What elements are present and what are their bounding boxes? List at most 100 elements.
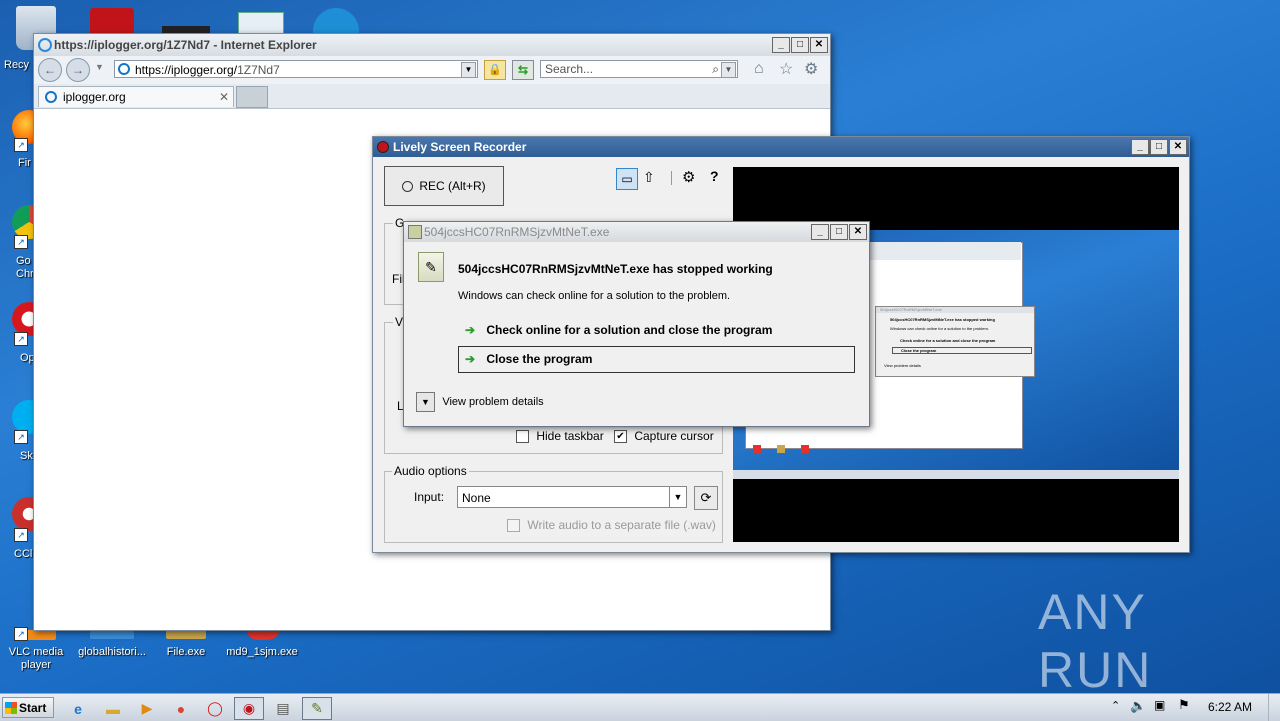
refresh-devices-button[interactable]: ⟳ [694,486,718,510]
minimize-button[interactable]: _ [811,224,829,240]
error-heading: 504jccsHC07RnRMSjzvMtNeT.exe has stopped… [458,262,773,276]
new-tab-button[interactable] [236,86,268,108]
chevron-down-icon[interactable]: ▼ [669,487,686,507]
maximize-button[interactable]: □ [1150,139,1168,155]
clock[interactable]: 6:22 AM [1208,700,1252,714]
opera-taskbar-icon[interactable]: ◯ [200,697,230,720]
rec-button[interactable]: REC (Alt+R) [384,166,504,206]
tab-iplogger[interactable]: iplogger.org ✕ [38,86,234,107]
folder-taskbar-icon[interactable]: ▬ [98,697,128,720]
shortcut-arrow-icon: ↗ [14,138,28,152]
minimize-button[interactable]: _ [772,37,790,53]
pdf-app-icon[interactable] [90,8,134,36]
window-taskbar-icon[interactable]: ▤ [268,697,298,720]
action-center-flag-icon[interactable]: ⚑ [1178,697,1190,713]
chrome-taskbar-icon[interactable]: ● [166,697,196,720]
close-program-option[interactable]: ➔ Close the program [458,346,855,373]
recorder-taskbar-icon[interactable]: ◉ [234,697,264,720]
ie-titlebar[interactable]: https://iplogger.org/1Z7Nd7 - Internet E… [34,34,830,56]
show-desktop-button[interactable] [1268,694,1280,721]
maximize-button[interactable]: □ [830,224,848,240]
minimize-button[interactable]: _ [1131,139,1149,155]
favorites-star-icon[interactable]: ☆ [779,59,793,79]
hide-taskbar-check[interactable] [516,430,529,444]
view-details-label: View problem details [442,396,544,408]
audio-input-select[interactable]: None ▼ [457,486,687,508]
shortcut-arrow-icon: ↗ [14,430,28,444]
preview-details: View problem details [884,363,921,368]
address-path: 1Z7Nd7 [237,63,280,77]
ie-title: https://iplogger.org/1Z7Nd7 - Internet E… [54,38,317,52]
close-button[interactable]: ✕ [1169,139,1187,155]
gear-icon[interactable]: ⚙ [804,59,818,79]
error-app-taskbar-icon[interactable]: ✎ [302,697,332,720]
program-error-icon: ✎ [418,252,444,282]
ie-taskbar-icon[interactable]: e [63,697,93,720]
search-placeholder: Search... [545,62,594,76]
volume-icon[interactable]: 🔈 [1130,698,1146,714]
ie-logo-icon [38,38,52,52]
preview-dialog-heading: 504jccsHC07RnRMSjzvMtNeT.exe has stopped… [890,317,995,322]
recorder-titlebar[interactable]: Lively Screen Recorder [373,137,1189,157]
network-icon[interactable]: ▣ [1154,698,1165,712]
error-dialog-titlebar[interactable]: 504jccsHC07RnRMSjzvMtNeT.exe [404,222,869,242]
audio-input-value: None [462,491,491,505]
close-button[interactable]: ✕ [849,224,867,240]
ie-toolbar: ← → ▼ https://iplogger.org/1Z7Nd7 ▼ 🔒 ⇆ … [34,56,830,84]
rec-label: REC (Alt+R) [419,179,486,193]
close-button[interactable]: ✕ [810,37,828,53]
capture-cursor-checkbox[interactable]: ✔ Capture cursor [614,429,714,444]
error-dialog[interactable]: 504jccsHC07RnRMSjzvMtNeT.exe _ □ ✕ ✎ 504… [403,221,870,427]
toolbar-divider [671,171,672,185]
preview-dialog: 504jccsHC07RnRMSjzvMtNeT.exe 504jccsHC07… [875,306,1035,377]
audio-group-label: Audio options [392,464,469,478]
shortcut-arrow-icon: ↗ [14,627,28,641]
check-online-option[interactable]: ➔ Check online for a solution and close … [459,319,856,341]
upload-icon[interactable]: ⇧ [643,169,655,186]
vlc-icon [26,630,56,640]
anyrun-watermark: ANY RUN [1038,584,1238,698]
desktop-icon-label: globalhistori... [78,646,146,658]
watermark-text: ANY RUN [1038,584,1153,698]
chevron-down-icon[interactable]: ▼ [416,392,435,412]
capture-cursor-label: Capture cursor [634,429,714,443]
desktop-icon-label: Fir [18,157,31,169]
home-icon[interactable]: ⌂ [754,60,764,78]
write-audio-label: Write audio to a separate file (.wav) [527,518,716,532]
screen-capture-icon[interactable]: ▭ [616,168,638,190]
preview-taskbar [733,470,1179,479]
shortcut-arrow-icon: ↗ [14,528,28,542]
app-circle-icon[interactable] [313,8,359,36]
help-icon[interactable]: ? [710,168,719,184]
file-icon [90,631,134,639]
write-audio-checkbox[interactable]: Write audio to a separate file (.wav) [507,518,716,533]
desktop-icon-label: md9_1sjm.exe [226,646,298,658]
desktop-icon-label: CCl [14,548,33,560]
media-player-taskbar-icon[interactable]: ▶ [132,697,162,720]
write-audio-check[interactable] [507,519,520,533]
forward-icon[interactable]: → [66,58,90,82]
tab-label: iplogger.org [63,90,126,104]
address-bar[interactable]: https://iplogger.org/1Z7Nd7 ▼ [114,60,478,78]
settings-gear-icon[interactable]: ⚙ [682,168,695,186]
green-arrow-icon: ➔ [465,352,476,366]
view-details-toggle[interactable]: ▼ View problem details [416,392,544,412]
error-dialog-title: 504jccsHC07RnRMSjzvMtNeT.exe [424,225,610,239]
preview-icons [753,445,833,453]
search-icon[interactable]: ⌕ [712,61,719,77]
search-input[interactable]: Search... ⌕ ▼ [540,60,738,78]
maximize-button[interactable]: □ [791,37,809,53]
search-dropdown-icon[interactable]: ▼ [721,62,736,78]
history-dropdown-icon[interactable]: ▼ [95,62,104,72]
hide-taskbar-checkbox[interactable]: Hide taskbar [516,429,604,444]
start-button[interactable]: Start [2,697,54,718]
lock-icon[interactable]: 🔒 [484,60,506,80]
tab-close-icon[interactable]: ✕ [219,87,229,108]
start-label: Start [19,701,47,715]
address-dropdown-icon[interactable]: ▼ [461,62,476,78]
show-hidden-icons[interactable]: ⌃ [1111,699,1120,712]
refresh-icon[interactable]: ⇆ [512,60,534,80]
recorder-app-icon [377,141,389,153]
capture-cursor-check[interactable]: ✔ [614,430,627,444]
back-icon[interactable]: ← [38,58,62,82]
